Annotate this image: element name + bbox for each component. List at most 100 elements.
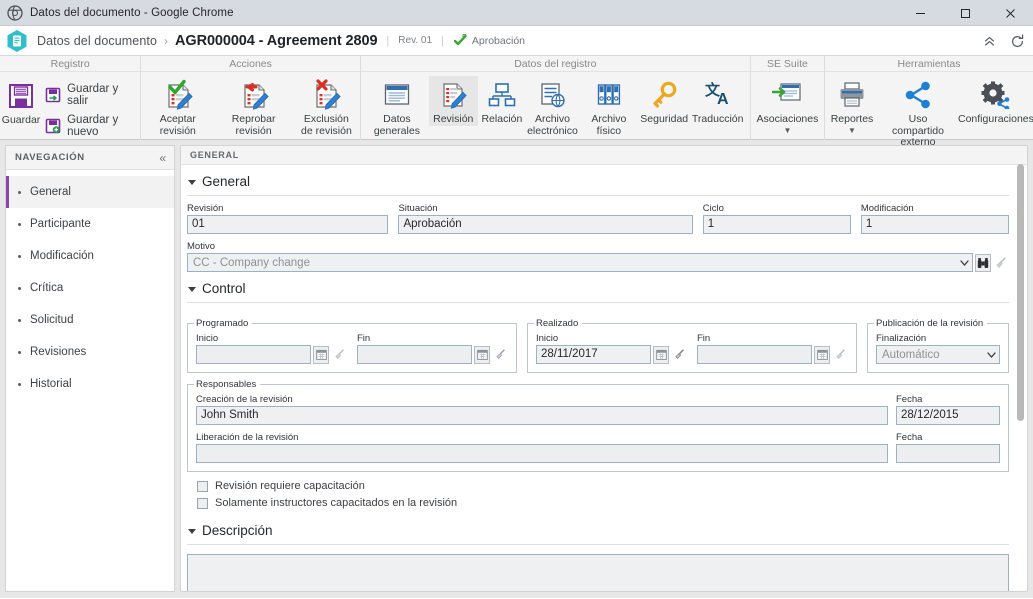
motivo-search-button[interactable] [975,253,991,272]
chrome-icon [7,4,23,21]
checkbox-solamente-instructores[interactable]: Solamente instructores capacitados en la… [187,497,1009,509]
calendar-icon [315,349,327,360]
sidebar-item-participante[interactable]: Participante [6,208,174,240]
settings-button[interactable]: Configuraciones [957,76,1033,126]
tab-archivo-electronico-label: Archivo electrónico [527,113,578,137]
section-descripcion-header[interactable]: Descripción [187,509,1009,541]
breadcrumb-separator-icon: › [164,33,169,48]
tab-relacion[interactable]: Relación [478,76,527,126]
associations-button[interactable]: Asociaciones ▼ [752,76,822,134]
field-programado-fin-label: Fin [357,333,371,344]
descripcion-textarea[interactable] [187,554,1009,591]
physical-file-icon [594,78,624,112]
modificacion-input[interactable]: 1 [860,215,1009,234]
sidebar-item-critica[interactable]: Crítica [6,272,174,304]
appbar-actions [983,26,1025,56]
save-and-exit-button[interactable]: Guardar y salir [42,82,140,108]
checkbox-icon[interactable] [197,497,208,509]
triangle-down-icon[interactable] [188,287,196,292]
motivo-clear-button [993,254,1009,272]
sidebar-item-label: Solicitud [30,314,74,326]
reports-button[interactable]: Reportes ▼ [825,76,879,134]
bullet-icon [18,350,21,354]
save-button[interactable]: Guardar [0,76,42,127]
finalizacion-select[interactable]: Automático [876,345,1000,364]
triangle-down-icon[interactable] [188,529,196,534]
tab-seguridad[interactable]: Seguridad [639,76,690,126]
content-scroll-area[interactable]: General Revisión 01 Situación Aprobación… [181,165,1027,591]
chevron-down-icon[interactable] [960,259,969,266]
checkbox-revision-requiere-capacitacion[interactable]: Revisión requiere capacitación [187,480,1009,492]
checkbox-label: Solamente instructores capacitados en la… [215,497,458,509]
tab-archivo-electronico[interactable]: Archivo electrónico [526,76,579,137]
chevron-down-icon[interactable]: ▼ [783,126,791,134]
tab-datos-generales[interactable]: Datos generales [365,76,429,137]
fieldset-publicacion-legend: Publicación de la revisión [874,318,988,329]
section-general-header[interactable]: General [187,165,1009,192]
liberacion-revision-input[interactable] [196,444,888,463]
delete-revision-button[interactable]: Exclusión de revisión [293,76,359,137]
triangle-down-icon[interactable] [188,180,196,185]
programado-inicio-input[interactable] [196,345,311,364]
liberacion-fecha-input[interactable] [896,444,1000,463]
maximize-button[interactable] [943,0,988,26]
programado-fin-input[interactable] [357,345,472,364]
save-and-new-button[interactable]: Guardar y nuevo [42,113,140,139]
field-situacion: Situación Aprobación [398,203,693,234]
status-badge: Aprobación [453,34,525,47]
close-button[interactable] [988,0,1033,26]
chevron-down-icon[interactable]: ▼ [848,126,856,134]
sidebar-item-general[interactable]: General [6,176,174,208]
realizado-inicio-calendar-button[interactable] [653,345,669,364]
tab-traduccion[interactable]: 文 A Traducción [690,76,746,126]
accept-revision-icon [162,78,194,112]
accept-revision-button[interactable]: Aceptar revisión [142,76,214,137]
realizado-fin-input[interactable] [697,345,812,364]
tab-revision-label: Revisión [433,113,474,125]
programado-fin-calendar-button[interactable] [474,345,490,364]
tab-archivo-fisico[interactable]: Archivo físico [579,76,639,137]
realizado-fin-calendar-button[interactable] [814,345,830,364]
creacion-fecha-input[interactable]: 28/12/2015 [896,406,1000,425]
chevron-down-icon[interactable] [987,351,996,358]
ribbon-group-herramientas: Herramientas Reportes ▼ Uso compartido e… [825,56,1033,148]
sidebar-item-label: Modificación [30,250,94,262]
situacion-input[interactable]: Aprobación [398,215,693,234]
tab-archivo-fisico-label: Archivo físico [591,113,627,137]
double-chevron-left-icon[interactable]: « [159,152,166,164]
motivo-row: Motivo CC - Company change [187,241,1009,272]
field-liberacion-revision: Liberación de la revisión [196,432,888,463]
chevron-up-icon[interactable] [983,35,996,48]
sidebar-item-historial[interactable]: Historial [6,368,174,400]
ciclo-input[interactable]: 1 [702,215,851,234]
realizado-inicio-clear-button[interactable] [671,346,687,364]
sidebar-item-modificacion[interactable]: Modificación [6,240,174,272]
sidebar-item-label: Participante [30,218,91,230]
breadcrumb-root[interactable]: Datos del documento [37,34,157,48]
content-header: GENERAL [181,146,1027,165]
section-control-header[interactable]: Control [187,272,1009,299]
sidebar-header: NAVEGACIÓN « [6,146,174,170]
content-vertical-scrollbar[interactable] [1017,164,1024,421]
tab-revision[interactable]: Revisión [428,76,478,126]
sidebar-item-revisiones[interactable]: Revisiones [6,336,174,368]
save-button-label: Guardar [1,114,41,126]
accept-revision-label: Aceptar revisión [159,113,196,137]
minimize-button[interactable] [898,0,943,26]
external-share-button[interactable]: Uso compartido externo [879,76,957,149]
revision-input[interactable]: 01 [187,215,389,234]
checkbox-icon[interactable] [197,480,208,492]
revision-badge: Rev. 01 [398,35,433,46]
app-breadcrumb-bar: Datos del documento › AGR000004 - Agreem… [0,26,1033,56]
programado-inicio-calendar-button[interactable] [313,345,329,364]
creacion-revision-input[interactable]: John Smith [196,406,888,425]
document-hex-logo-icon [6,29,28,53]
realizado-inicio-input[interactable]: 28/11/2017 [536,345,651,364]
reject-revision-button[interactable]: Reprobar revisión [215,76,293,137]
field-creacion-revision-label: Creación de la revisión [196,394,293,405]
refresh-icon[interactable] [1010,33,1025,49]
field-programado-inicio: Inicio [196,333,347,364]
motivo-select[interactable]: CC - Company change [187,253,973,272]
settings-label: Configuraciones [958,113,1033,125]
sidebar-item-solicitud[interactable]: Solicitud [6,304,174,336]
